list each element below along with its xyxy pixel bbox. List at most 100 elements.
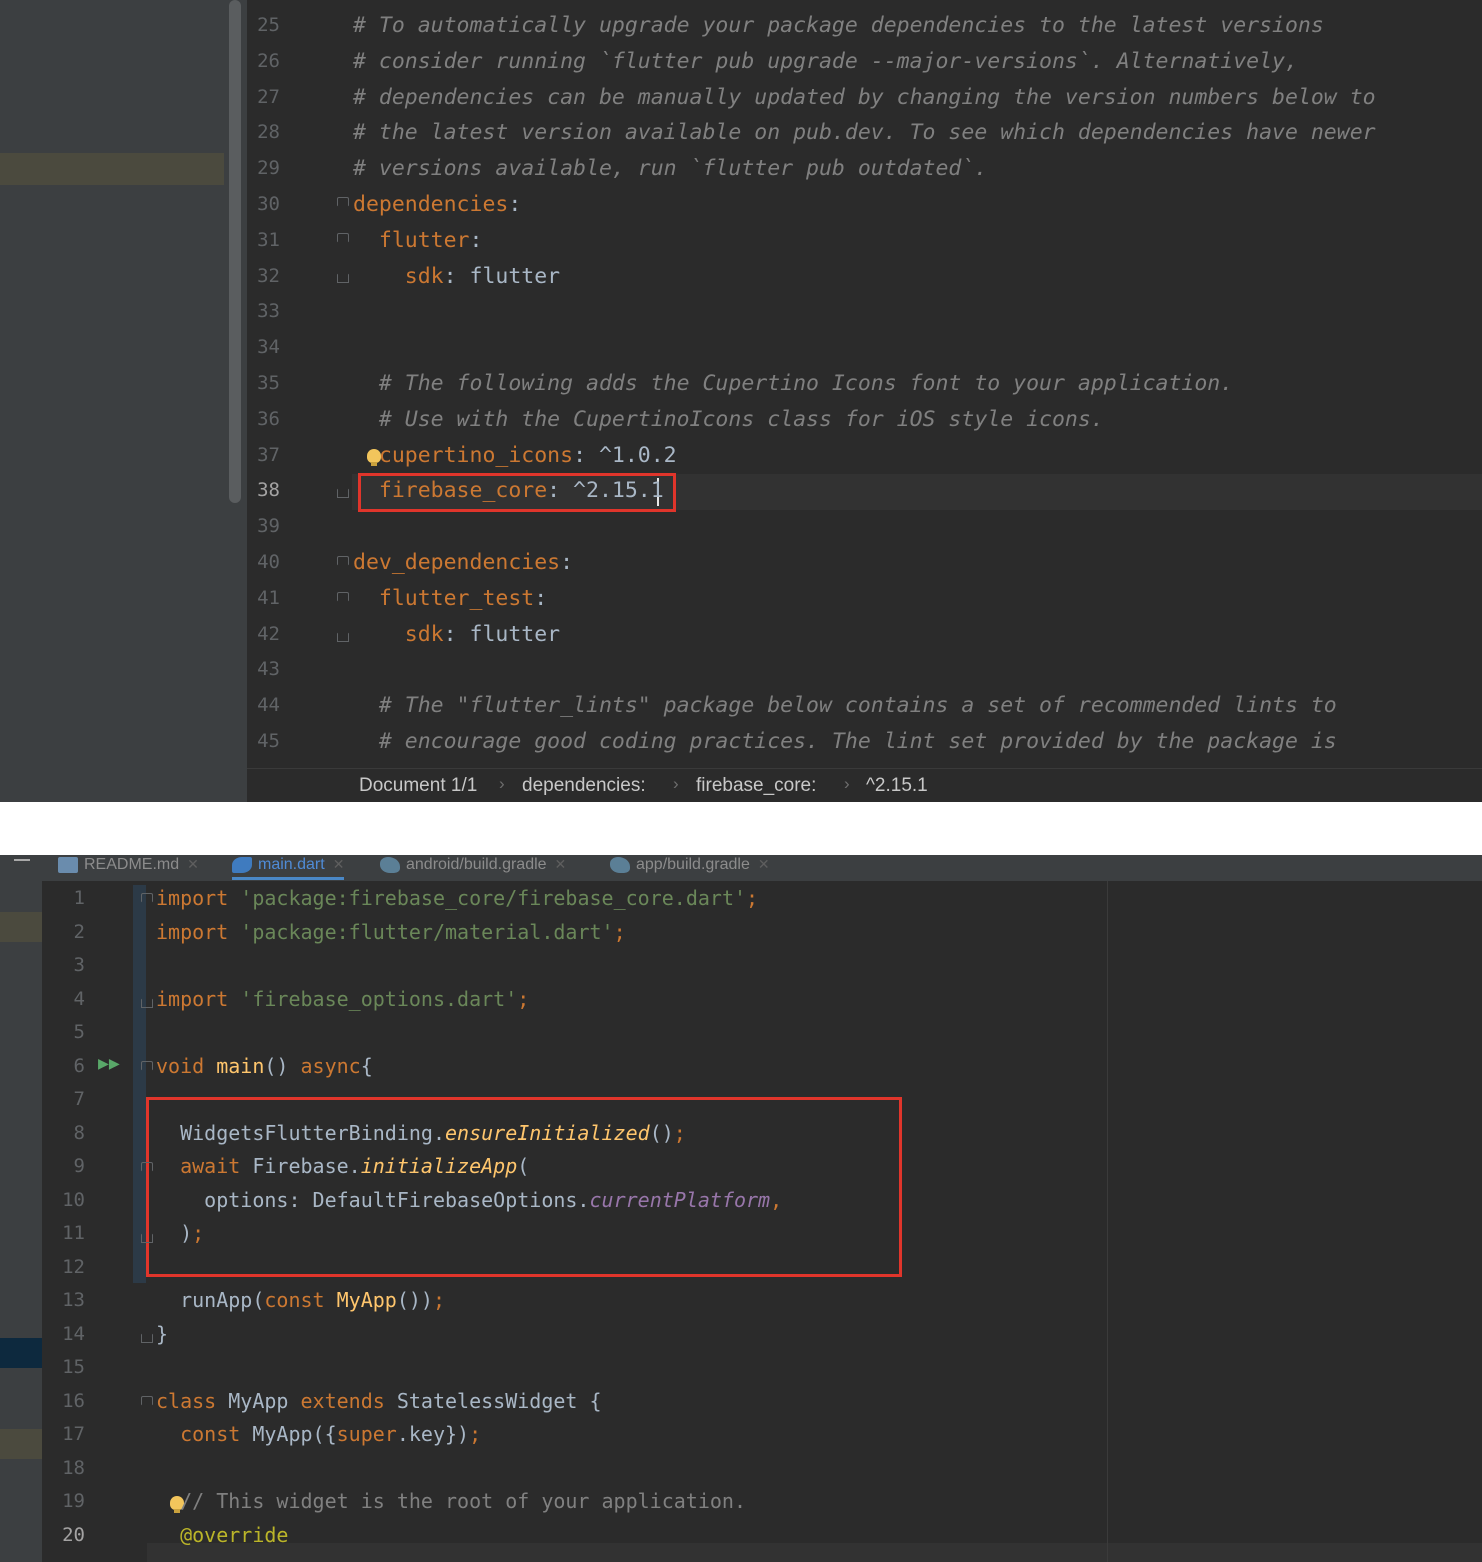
line-number[interactable]: 11 [42, 1217, 85, 1251]
code-token: : [534, 585, 548, 611]
code-line[interactable]: sdk: flutter [353, 617, 560, 653]
line-number[interactable]: 37 [247, 438, 280, 474]
code-line[interactable]: # To automatically upgrade your package … [353, 8, 1324, 44]
code-line[interactable]: # consider running `flutter pub upgrade … [353, 44, 1298, 80]
tab-label: README.md [84, 856, 180, 873]
line-number[interactable]: 30 [247, 187, 280, 223]
breadcrumb-item-document[interactable]: Document 1/1 [359, 775, 477, 797]
line-number[interactable]: 6 [42, 1050, 85, 1084]
line-number[interactable]: 44 [247, 688, 280, 724]
close-icon[interactable]: ✕ [187, 856, 199, 872]
line-number[interactable]: 15 [42, 1351, 85, 1385]
code-line[interactable]: } [156, 1318, 168, 1352]
code-line[interactable]: firebase_core: ^2.15.1 [353, 473, 664, 509]
code-line[interactable]: # dependencies can be manually updated b… [353, 80, 1376, 116]
line-number[interactable]: 31 [247, 223, 280, 259]
line-number[interactable]: 29 [247, 151, 280, 187]
code-token: 'firebase_options.dart' [240, 986, 518, 1011]
project-tree-selected-row[interactable] [0, 153, 224, 185]
close-icon[interactable]: ✕ [758, 856, 770, 872]
code-token: WidgetsFlutterBinding. [156, 1120, 445, 1145]
line-number[interactable]: 4 [42, 983, 85, 1017]
breadcrumb-item-firebase-core[interactable]: firebase_core: [696, 775, 816, 797]
code-line[interactable]: import 'firebase_options.dart'; [156, 983, 529, 1017]
breadcrumb-item-version[interactable]: ^2.15.1 [866, 775, 928, 797]
line-number[interactable]: 39 [247, 509, 280, 545]
collapse-icon[interactable] [14, 859, 30, 861]
code-token: runApp( [156, 1288, 265, 1312]
tab-readme-md[interactable]: README.md ✕ [58, 855, 199, 880]
line-number[interactable]: 27 [247, 80, 280, 116]
code-line[interactable]: const MyApp({super.key}); [156, 1418, 481, 1452]
code-line[interactable]: @override [156, 1519, 288, 1553]
code-line[interactable]: import 'package:firebase_core/firebase_c… [156, 882, 758, 916]
code-line[interactable]: # The following adds the Cupertino Icons… [353, 366, 1233, 402]
line-number[interactable]: 42 [247, 617, 280, 653]
line-number[interactable]: 34 [247, 330, 280, 366]
code-token: MyApp({ [252, 1422, 337, 1446]
line-number[interactable]: 41 [247, 581, 280, 617]
code-line[interactable]: WidgetsFlutterBinding.ensureInitialized(… [156, 1117, 686, 1151]
line-number[interactable]: 12 [42, 1251, 85, 1285]
tab-android-build-gradle[interactable]: android/build.gradle ✕ [380, 855, 566, 880]
line-number[interactable]: 18 [42, 1452, 85, 1486]
code-token: ) [156, 1221, 193, 1245]
line-number[interactable]: 43 [247, 652, 280, 688]
code-line[interactable]: # encourage good coding practices. The l… [353, 724, 1337, 760]
code-token: ; [673, 1120, 686, 1145]
line-number[interactable]: 2 [42, 916, 85, 950]
code-line[interactable]: runApp(const MyApp()); [156, 1284, 445, 1318]
close-icon[interactable]: ✕ [555, 856, 567, 872]
code-line[interactable]: # the latest version available on pub.de… [353, 115, 1376, 151]
line-number[interactable]: 8 [42, 1117, 85, 1151]
tab-main-dart[interactable]: main.dart ✕ [232, 855, 345, 880]
line-number[interactable]: 9 [42, 1150, 85, 1184]
code-line[interactable]: flutter_test: [353, 581, 547, 617]
code-line[interactable]: cupertino_icons: ^1.0.2 [353, 438, 677, 474]
code-line[interactable]: # The "flutter_lints" package below cont… [353, 688, 1337, 724]
line-number[interactable]: 40 [247, 545, 280, 581]
line-number[interactable]: 45 [247, 724, 280, 760]
line-number[interactable]: 5 [42, 1016, 85, 1050]
code-line[interactable]: await Firebase.initializeApp( [156, 1150, 529, 1184]
line-number[interactable]: 17 [42, 1418, 85, 1452]
line-number[interactable]: 19 [42, 1485, 85, 1519]
line-number[interactable]: 33 [247, 294, 280, 330]
line-number[interactable]: 7 [42, 1083, 85, 1117]
line-number[interactable]: 32 [247, 259, 280, 295]
code-token: flutter_test [353, 585, 535, 611]
code-line[interactable]: sdk: flutter [353, 259, 560, 295]
code-line[interactable]: # versions available, run `flutter pub o… [353, 151, 987, 187]
code-line[interactable]: // This widget is the root of your appli… [156, 1485, 746, 1519]
code-line[interactable]: # Use with the CupertinoIcons class for … [353, 402, 1104, 438]
close-icon[interactable]: ✕ [333, 856, 345, 872]
tab-app-build-gradle[interactable]: app/build.gradle ✕ [610, 855, 770, 880]
code-line[interactable]: class MyApp extends StatelessWidget { [156, 1385, 602, 1419]
line-number[interactable]: 13 [42, 1284, 85, 1318]
code-line[interactable]: options: DefaultFirebaseOptions.currentP… [156, 1184, 782, 1218]
line-number[interactable]: 3 [42, 949, 85, 983]
code-line[interactable]: flutter: [353, 223, 483, 259]
code-line[interactable]: dependencies: [353, 187, 521, 223]
line-number[interactable]: 35 [247, 366, 280, 402]
code-token: ()) [396, 1288, 433, 1312]
run-icon[interactable]: ▶▶ [98, 1053, 120, 1074]
line-number[interactable]: 10 [42, 1184, 85, 1218]
line-number[interactable]: 25 [247, 8, 280, 44]
project-tree-selected-row[interactable] [0, 1338, 42, 1368]
code-line[interactable]: void main() async{ [156, 1050, 373, 1084]
line-number[interactable]: 14 [42, 1318, 85, 1352]
line-number[interactable]: 20 [42, 1519, 85, 1553]
line-number[interactable]: 38 [247, 473, 280, 509]
code-line[interactable]: import 'package:flutter/material.dart'; [156, 916, 626, 950]
line-number[interactable]: 16 [42, 1385, 85, 1419]
breadcrumb-item-dependencies[interactable]: dependencies: [522, 775, 646, 797]
code-line[interactable]: dev_dependencies: [353, 545, 573, 581]
line-number[interactable]: 28 [247, 115, 280, 151]
line-number[interactable]: 36 [247, 402, 280, 438]
code-line[interactable]: ); [156, 1217, 204, 1251]
line-number[interactable]: 26 [247, 44, 280, 80]
code-token: # dependencies can be manually updated b… [353, 84, 1376, 110]
project-tree-scrollbar[interactable] [229, 0, 241, 503]
line-number[interactable]: 1 [42, 882, 85, 916]
